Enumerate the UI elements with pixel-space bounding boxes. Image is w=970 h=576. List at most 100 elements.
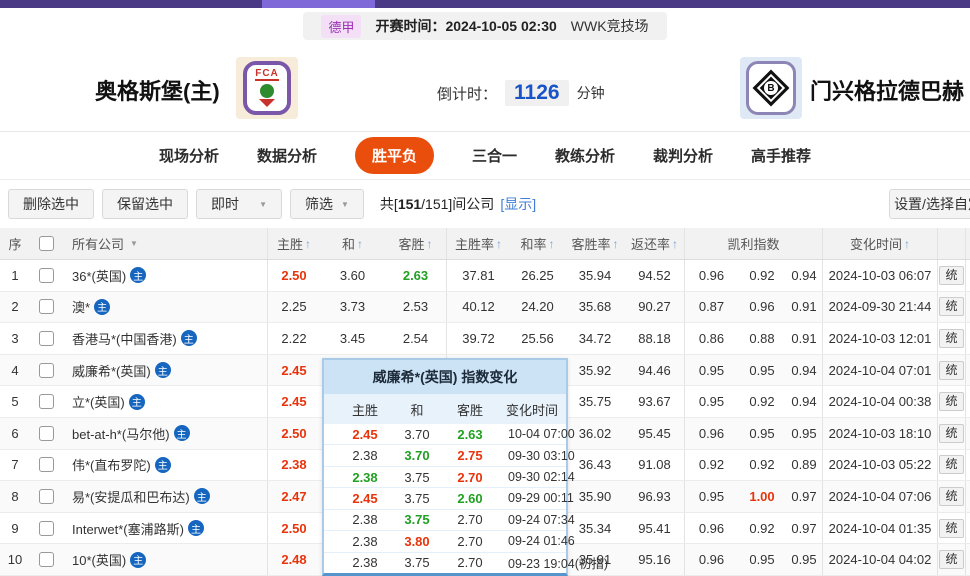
away-odds[interactable]: 2.54 bbox=[385, 323, 447, 354]
company-cell[interactable]: 香港马*(中国香港)主 bbox=[62, 323, 268, 354]
kelly-draw: 1.00 bbox=[738, 481, 786, 512]
tab-data-analysis[interactable]: 数据分析 bbox=[257, 145, 317, 166]
row-checkbox[interactable] bbox=[39, 268, 54, 283]
col-away-rate[interactable]: 客胜率↑ bbox=[565, 228, 625, 259]
stat-button[interactable]: 统 bbox=[939, 455, 963, 474]
draw-odds[interactable]: 3.60 bbox=[320, 260, 385, 291]
row-checkbox[interactable] bbox=[39, 363, 54, 378]
home-odds[interactable]: 2.48 bbox=[268, 544, 320, 575]
stat-cell: 统 bbox=[938, 355, 966, 386]
company-cell[interactable]: 澳*主 bbox=[62, 292, 268, 323]
col-change-time[interactable]: 变化时间↑ bbox=[823, 228, 938, 259]
row-checkbox[interactable] bbox=[39, 521, 54, 536]
popup-home-odds: 2.45 bbox=[338, 491, 392, 506]
company-cell[interactable]: 36*(英国)主 bbox=[62, 260, 268, 291]
company-cell[interactable]: bet-at-h*(马尔他)主 bbox=[62, 418, 268, 449]
change-time: 2024-10-04 01:35 bbox=[823, 513, 938, 544]
home-rate: 37.81 bbox=[447, 260, 510, 291]
home-odds[interactable]: 2.50 bbox=[268, 513, 320, 544]
popup-change-time: 09-29 00:11 bbox=[498, 491, 574, 505]
col-home-odds[interactable]: 主胜↑ bbox=[268, 228, 320, 259]
settings-select-button[interactable]: 设置/选择自定义 bbox=[889, 189, 970, 219]
away-odds[interactable]: 2.53 bbox=[385, 292, 447, 323]
stat-button[interactable]: 统 bbox=[939, 266, 963, 285]
col-draw-rate[interactable]: 和率↑ bbox=[510, 228, 565, 259]
stat-button[interactable]: 统 bbox=[939, 361, 963, 380]
home-odds[interactable]: 2.47 bbox=[268, 481, 320, 512]
stat-button[interactable]: 统 bbox=[939, 329, 963, 348]
kelly-away: 0.95 bbox=[786, 544, 823, 575]
company-cell[interactable]: 10*(英国)主 bbox=[62, 544, 268, 575]
row-checkbox[interactable] bbox=[39, 457, 54, 472]
draw-odds[interactable]: 3.73 bbox=[320, 292, 385, 323]
tab-win-draw-lose[interactable]: 胜平负 bbox=[355, 137, 434, 174]
return-rate: 95.16 bbox=[625, 544, 685, 575]
delete-selected-button[interactable]: 删除选中 bbox=[8, 189, 94, 219]
popup-home-odds: 2.38 bbox=[338, 534, 392, 549]
company-cell[interactable]: 易*(安提瓜和巴布达)主 bbox=[62, 481, 268, 512]
away-rate: 35.92 bbox=[565, 355, 625, 386]
tab-coach-analysis[interactable]: 教练分析 bbox=[555, 145, 615, 166]
keep-selected-button[interactable]: 保留选中 bbox=[102, 189, 188, 219]
show-link[interactable]: [显示] bbox=[500, 194, 536, 214]
row-checkbox[interactable] bbox=[39, 299, 54, 314]
kelly-draw: 0.95 bbox=[738, 355, 786, 386]
col-company[interactable]: 所有公司▼ bbox=[62, 228, 268, 259]
sort-up-icon: ↑ bbox=[613, 237, 619, 251]
home-odds[interactable]: 2.25 bbox=[268, 292, 320, 323]
col-kelly-index: 凯利指数 bbox=[685, 228, 823, 259]
checkbox-cell bbox=[30, 260, 62, 291]
stat-button[interactable]: 统 bbox=[939, 519, 963, 538]
match-info-bar: 德甲 开赛时间：2024-10-05 02:30 WWK竞技场 bbox=[0, 8, 970, 44]
header-checkbox-cell bbox=[30, 228, 62, 259]
return-rate: 93.67 bbox=[625, 386, 685, 417]
home-odds[interactable]: 2.50 bbox=[268, 260, 320, 291]
draw-odds[interactable]: 3.45 bbox=[320, 323, 385, 354]
company-cell[interactable]: 威廉希*(英国)主 bbox=[62, 355, 268, 386]
col-away-odds[interactable]: 客胜↑ bbox=[385, 228, 447, 259]
popup-draw-odds: 3.75 bbox=[392, 470, 442, 485]
row-seq: 5 bbox=[0, 386, 30, 417]
row-seq: 1 bbox=[0, 260, 30, 291]
instant-dropdown[interactable]: 即时▼ bbox=[196, 189, 282, 219]
home-odds[interactable]: 2.45 bbox=[268, 386, 320, 417]
stat-button[interactable]: 统 bbox=[939, 487, 963, 506]
tab-referee-analysis[interactable]: 裁判分析 bbox=[653, 145, 713, 166]
fca-base-shape bbox=[259, 99, 275, 107]
company-cell[interactable]: 立*(英国)主 bbox=[62, 386, 268, 417]
home-odds[interactable]: 2.45 bbox=[268, 355, 320, 386]
select-all-checkbox[interactable] bbox=[39, 236, 54, 251]
kelly-home: 0.96 bbox=[685, 513, 738, 544]
stat-button[interactable]: 统 bbox=[939, 392, 963, 411]
row-checkbox[interactable] bbox=[39, 331, 54, 346]
filter-dropdown[interactable]: 筛选▼ bbox=[290, 189, 364, 219]
company-cell[interactable]: 伟*(直布罗陀)主 bbox=[62, 450, 268, 481]
stat-button[interactable]: 统 bbox=[939, 550, 963, 569]
league-badge[interactable]: 德甲 bbox=[321, 15, 361, 38]
main-company-badge: 主 bbox=[155, 457, 171, 473]
company-cell[interactable]: Interwet*(塞浦路斯)主 bbox=[62, 513, 268, 544]
col-home-rate[interactable]: 主胜率↑ bbox=[447, 228, 510, 259]
sort-up-icon: ↑ bbox=[496, 237, 502, 251]
checkbox-cell bbox=[30, 481, 62, 512]
home-odds[interactable]: 2.22 bbox=[268, 323, 320, 354]
away-odds[interactable]: 2.63 bbox=[385, 260, 447, 291]
col-draw-odds[interactable]: 和↑ bbox=[320, 228, 385, 259]
col-return-rate[interactable]: 返还率↑ bbox=[625, 228, 685, 259]
row-checkbox[interactable] bbox=[39, 426, 54, 441]
sort-up-icon: ↑ bbox=[672, 237, 678, 251]
row-checkbox[interactable] bbox=[39, 394, 54, 409]
home-odds[interactable]: 2.38 bbox=[268, 450, 320, 481]
tab-expert-picks[interactable]: 高手推荐 bbox=[751, 145, 811, 166]
draw-rate: 26.25 bbox=[510, 260, 565, 291]
countdown-label: 倒计时： bbox=[437, 83, 497, 104]
stat-button[interactable]: 统 bbox=[939, 424, 963, 443]
tab-three-in-one[interactable]: 三合一 bbox=[472, 145, 517, 166]
row-checkbox[interactable] bbox=[39, 552, 54, 567]
stat-button[interactable]: 统 bbox=[939, 297, 963, 316]
home-odds[interactable]: 2.50 bbox=[268, 418, 320, 449]
row-checkbox[interactable] bbox=[39, 489, 54, 504]
bmg-crest-icon: B bbox=[746, 61, 796, 115]
row-seq: 6 bbox=[0, 418, 30, 449]
tab-live-analysis[interactable]: 现场分析 bbox=[159, 145, 219, 166]
